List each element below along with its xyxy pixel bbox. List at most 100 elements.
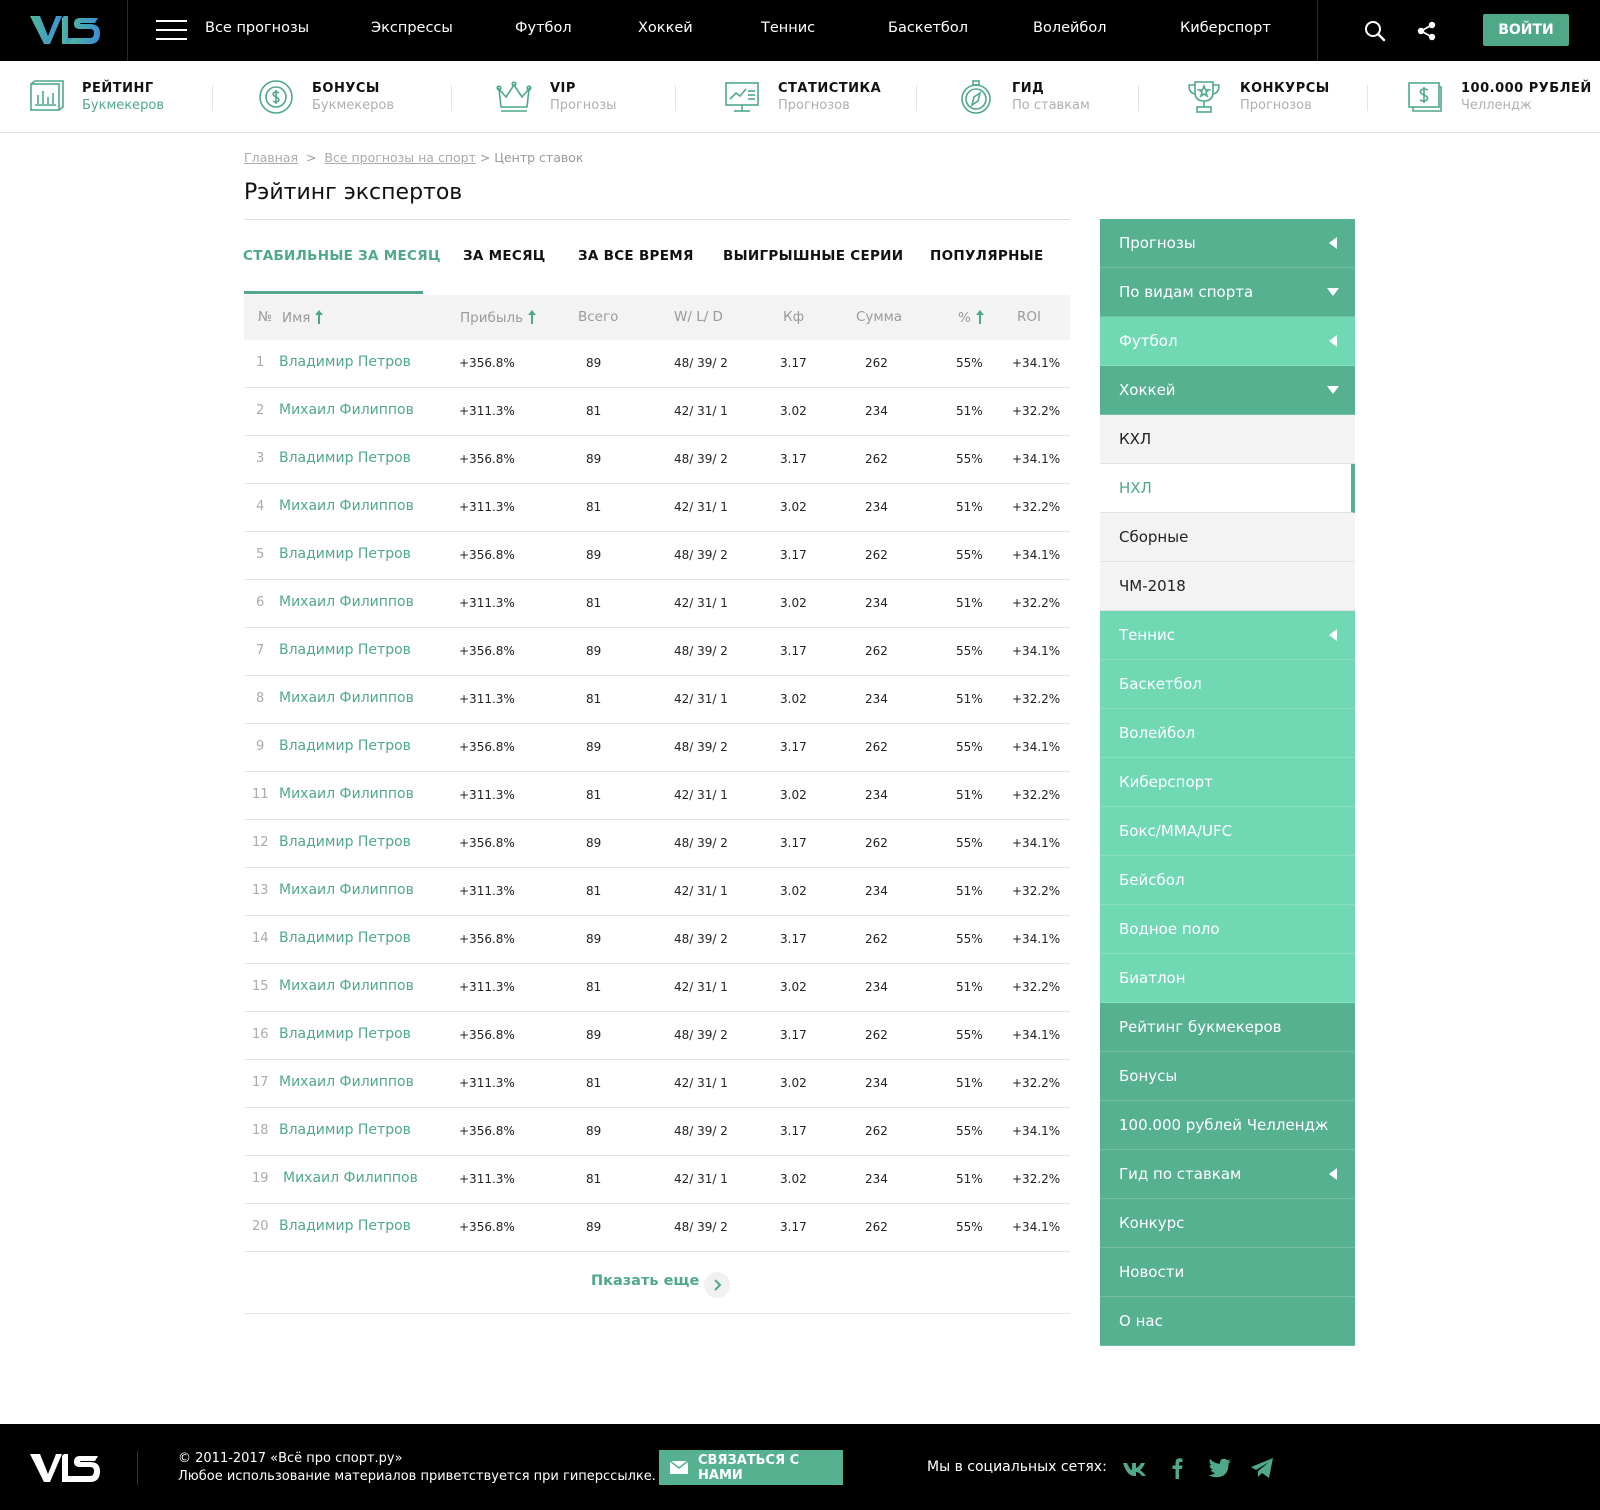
sidebar-item-15[interactable]: Водное поло xyxy=(1100,905,1355,954)
sidebar-item-3[interactable]: Футбол xyxy=(1100,317,1355,366)
col-kf[interactable]: Кф xyxy=(783,309,804,325)
row-total: 89 xyxy=(586,548,602,562)
row-wld: 42/ 31/ 1 xyxy=(674,596,728,610)
table-header: № Имя Прибыль Всего W/ L/ D Кф Сумма % R… xyxy=(244,295,1070,340)
sidebar-item-12[interactable]: Киберспорт xyxy=(1100,758,1355,807)
row-wld: 42/ 31/ 1 xyxy=(674,788,728,802)
expert-name-link[interactable]: Владимир Петров xyxy=(279,930,411,946)
show-more-link[interactable]: Пказать еще xyxy=(591,1273,699,1289)
sidebar-item-label: НХЛ xyxy=(1119,479,1152,497)
sidebar-item-10[interactable]: Баскетбол xyxy=(1100,660,1355,709)
expert-name-link[interactable]: Владимир Петров xyxy=(279,354,411,370)
expert-name-link[interactable]: Михаил Филиппов xyxy=(279,978,414,994)
tab-month[interactable]: ЗА МЕСЯЦ xyxy=(463,248,546,264)
expert-name-link[interactable]: Владимир Петров xyxy=(279,450,411,466)
col-profit[interactable]: Прибыль xyxy=(460,309,537,326)
expert-name-link[interactable]: Владимир Петров xyxy=(279,1122,411,1138)
telegram-icon[interactable] xyxy=(1249,1456,1275,1480)
nav-hockey[interactable]: Хоккей xyxy=(638,20,693,36)
row-profit: +356.8% xyxy=(459,548,515,562)
twitter-icon[interactable] xyxy=(1207,1456,1233,1480)
caret-left-icon[interactable] xyxy=(1327,335,1339,347)
sidebar-item-6[interactable]: НХЛ xyxy=(1100,464,1355,513)
nav-esports[interactable]: Киберспорт xyxy=(1180,20,1271,36)
breadcrumb-home[interactable]: Главная xyxy=(244,150,298,165)
login-button[interactable]: ВОЙТИ xyxy=(1483,14,1569,46)
row-kf: 3.02 xyxy=(780,596,807,610)
tab-popular[interactable]: ПОПУЛЯРНЫЕ xyxy=(930,248,1044,264)
mail-icon xyxy=(670,1461,688,1474)
sidebar-item-18[interactable]: Бонусы xyxy=(1100,1052,1355,1101)
expert-name-link[interactable]: Владимир Петров xyxy=(279,834,411,850)
col-total[interactable]: Всего xyxy=(578,309,618,325)
sidebar-item-11[interactable]: Волейбол xyxy=(1100,709,1355,758)
expert-name-link[interactable]: Владимир Петров xyxy=(279,738,411,754)
nav-volleyball[interactable]: Волейбол xyxy=(1033,20,1107,36)
expert-name-link[interactable]: Михаил Филиппов xyxy=(279,498,414,514)
sidebar-item-4[interactable]: Хоккей xyxy=(1100,366,1355,415)
expert-name-link[interactable]: Владимир Петров xyxy=(279,642,411,658)
row-number: 3 xyxy=(256,451,265,466)
nav-express[interactable]: Экспрессы xyxy=(371,20,453,36)
sidebar-item-7[interactable]: Сборные xyxy=(1100,513,1355,562)
row-number: 19 xyxy=(252,1171,269,1186)
tab-stable-month[interactable]: СТАБИЛЬНЫЕ ЗА МЕСЯЦ xyxy=(243,248,441,264)
expert-name-link[interactable]: Михаил Филиппов xyxy=(283,1170,418,1186)
sidebar-item-9[interactable]: Теннис xyxy=(1100,611,1355,660)
col-sum[interactable]: Сумма xyxy=(856,309,902,325)
tab-winning-streaks[interactable]: ВЫИГРЫШНЫЕ СЕРИИ xyxy=(723,248,903,264)
caret-down-icon[interactable] xyxy=(1327,384,1339,396)
col-percent[interactable]: % xyxy=(958,309,985,326)
sidebar-item-2[interactable]: По видам спорта xyxy=(1100,268,1355,317)
expert-name-link[interactable]: Михаил Филиппов xyxy=(279,690,414,706)
chevron-right-icon[interactable] xyxy=(704,1272,730,1298)
sidebar-item-23[interactable]: О нас xyxy=(1100,1297,1355,1346)
expert-name-link[interactable]: Михаил Филиппов xyxy=(279,594,414,610)
col-name[interactable]: Имя xyxy=(282,309,324,326)
nav-tennis[interactable]: Теннис xyxy=(761,20,815,36)
nav-football[interactable]: Футбол xyxy=(515,20,572,36)
menu-burger-icon[interactable] xyxy=(156,20,187,42)
vk-icon[interactable] xyxy=(1122,1456,1148,1480)
nav-all-forecasts[interactable]: Все прогнозы xyxy=(205,20,309,36)
expert-name-link[interactable]: Михаил Филиппов xyxy=(279,882,414,898)
row-roi: +32.2% xyxy=(1012,596,1061,610)
sidebar-item-21[interactable]: Конкурс xyxy=(1100,1199,1355,1248)
caret-left-icon[interactable] xyxy=(1327,237,1339,249)
caret-left-icon[interactable] xyxy=(1327,1168,1339,1180)
share-icon[interactable] xyxy=(1416,20,1438,42)
sidebar-item-label: Баскетбол xyxy=(1119,675,1202,693)
breadcrumb-all-forecasts[interactable]: Все прогнозы на спорт xyxy=(324,150,475,165)
sidebar-item-1[interactable]: Прогнозы xyxy=(1100,219,1355,268)
sidebar-item-22[interactable]: Новости xyxy=(1100,1248,1355,1297)
expert-name-link[interactable]: Михаил Филиппов xyxy=(279,1074,414,1090)
site-logo[interactable] xyxy=(28,12,100,48)
sidebar-item-19[interactable]: 100.000 рублей Челлендж xyxy=(1100,1101,1355,1150)
expert-name-link[interactable]: Владимир Петров xyxy=(279,1218,411,1234)
nav-basketball[interactable]: Баскетбол xyxy=(888,20,968,36)
expert-name-link[interactable]: Владимир Петров xyxy=(279,1026,411,1042)
expert-name-link[interactable]: Михаил Филиппов xyxy=(279,402,414,418)
subnav-divider xyxy=(675,85,676,111)
expert-name-link[interactable]: Владимир Петров xyxy=(279,546,411,562)
sidebar-item-13[interactable]: Бокс/MMA/UFC xyxy=(1100,807,1355,856)
sidebar-item-17[interactable]: Рейтинг букмекеров xyxy=(1100,1003,1355,1052)
tab-all-time[interactable]: ЗА ВСЕ ВРЕМЯ xyxy=(578,248,694,264)
contact-us-button[interactable]: СВЯЗАТЬСЯ С НАМИ xyxy=(659,1450,843,1485)
footer-logo[interactable] xyxy=(28,1450,100,1486)
search-icon[interactable] xyxy=(1364,20,1386,42)
caret-down-icon[interactable] xyxy=(1327,286,1339,298)
row-roi: +34.1% xyxy=(1012,1028,1061,1042)
sidebar-item-16[interactable]: Биатлон xyxy=(1100,954,1355,1003)
caret-left-icon[interactable] xyxy=(1327,629,1339,641)
expert-name-link[interactable]: Михаил Филиппов xyxy=(279,786,414,802)
col-wld[interactable]: W/ L/ D xyxy=(674,309,723,325)
sidebar-item-8[interactable]: ЧМ-2018 xyxy=(1100,562,1355,611)
sidebar-item-14[interactable]: Бейсбол xyxy=(1100,856,1355,905)
subnav-title: КОНКУРСЫ xyxy=(1240,81,1330,96)
row-kf: 3.02 xyxy=(780,1076,807,1090)
sidebar-item-5[interactable]: КХЛ xyxy=(1100,415,1355,464)
facebook-icon[interactable] xyxy=(1165,1456,1191,1480)
sidebar-item-20[interactable]: Гид по ставкам xyxy=(1100,1150,1355,1199)
col-roi[interactable]: ROI xyxy=(1017,309,1041,325)
